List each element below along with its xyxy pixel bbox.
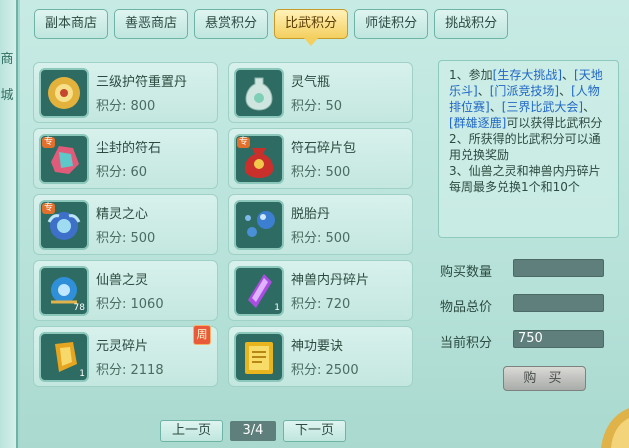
item-card[interactable]: 脱胎丹 积分: 500 xyxy=(228,194,413,255)
item-name: 神功要诀 xyxy=(291,339,344,354)
item-name: 精灵之心 xyxy=(96,207,149,222)
item-card[interactable]: 神功要诀 积分: 2500 xyxy=(228,326,413,387)
item-cost: 积分: 2118 xyxy=(96,363,164,378)
activity-link-three-realms-tournament[interactable]: [三界比武大会] xyxy=(502,100,583,114)
rules-line-1-prefix: 1、参加 xyxy=(449,68,493,82)
activity-link-heroes-contest[interactable]: [群雄逐鹿] xyxy=(449,116,506,130)
tab-dungeon-shop[interactable]: 副本商店 xyxy=(34,9,109,39)
stack-count: 1 xyxy=(274,303,280,313)
item-cost: 积分: 500 xyxy=(96,231,156,246)
tab-bar: 副本商店 善恶商店 悬赏积分 比武积分 师徒积分 挑战积分 xyxy=(34,9,509,46)
rules-line-3: 3、仙兽之灵和神兽内丹碎片每周最多兑换1个和10个 xyxy=(449,164,601,194)
item-name: 尘封的符石 xyxy=(96,141,162,156)
elf-heart-icon: 专 xyxy=(39,200,89,250)
divine-skill-book-icon xyxy=(234,332,284,382)
buy-button[interactable]: 购 买 xyxy=(503,366,586,391)
item-cost: 积分: 500 xyxy=(291,165,351,180)
item-cost: 积分: 1060 xyxy=(96,297,164,312)
total-price-row: 物品总价 xyxy=(440,294,620,315)
page-indicator: 3/4 xyxy=(230,421,276,441)
activity-link-survival-challenge[interactable]: [生存大挑战] xyxy=(493,68,562,82)
tab-karma-shop[interactable]: 善恶商店 xyxy=(114,9,189,39)
rebirth-pill-icon xyxy=(234,200,284,250)
exclusive-tag: 专 xyxy=(42,137,56,148)
activity-link-sect-arena[interactable]: [门派竞技场] xyxy=(490,84,559,98)
quantity-label: 购买数量 xyxy=(440,265,493,280)
item-card[interactable]: 专 尘封的符石 积分: 60 xyxy=(33,128,218,189)
amulet-reset-pill-icon xyxy=(39,68,89,118)
immortal-beast-spirit-icon: 78 xyxy=(39,266,89,316)
item-cost: 积分: 800 xyxy=(96,99,156,114)
tab-bounty-points[interactable]: 悬赏积分 xyxy=(194,9,269,39)
total-price-field xyxy=(513,294,604,312)
exclusive-tag: 专 xyxy=(237,137,251,148)
item-card[interactable]: 灵气瓶 积分: 50 xyxy=(228,62,413,123)
quantity-row: 购买数量 xyxy=(440,259,620,280)
item-cost: 积分: 50 xyxy=(291,99,343,114)
current-points-label: 当前积分 xyxy=(440,336,493,351)
weekly-limit-badge: 周 xyxy=(193,325,211,345)
side-panel-strip: 商 城 xyxy=(0,0,18,448)
rules-line-2: 2、所获得的比武积分可以通用兑换奖励 xyxy=(449,132,601,162)
item-grid: 三级护符重置丹 积分: 800 灵气瓶 积分: 50 专 尘封的符石 积分: 6… xyxy=(33,62,423,387)
stack-count: 78 xyxy=(73,303,85,313)
item-cost: 积分: 60 xyxy=(96,165,148,180)
item-name: 神兽内丹碎片 xyxy=(291,273,370,288)
rune-fragment-bag-icon: 专 xyxy=(234,134,284,184)
item-name: 三级护符重置丹 xyxy=(96,75,188,90)
current-points-field: 750 xyxy=(513,330,604,348)
item-card[interactable]: 三级护符重置丹 积分: 800 xyxy=(33,62,218,123)
item-cost: 积分: 720 xyxy=(291,297,351,312)
current-points-row: 当前积分 750 xyxy=(440,330,620,351)
yuanling-shard-icon: 1 xyxy=(39,332,89,382)
item-card[interactable]: 专 精灵之心 积分: 500 xyxy=(33,194,218,255)
item-name: 仙兽之灵 xyxy=(96,273,149,288)
tab-arena-points[interactable]: 比武积分 xyxy=(274,9,349,46)
item-cost: 积分: 500 xyxy=(291,231,351,246)
corner-decoration-icon xyxy=(601,408,629,448)
item-name: 脱胎丹 xyxy=(291,207,331,222)
stack-count: 1 xyxy=(79,369,85,379)
next-page-button[interactable]: 下一页 xyxy=(283,420,346,442)
sealed-rune-stone-icon: 专 xyxy=(39,134,89,184)
rules-info-box: 1、参加[生存大挑战]、[天地乐斗]、[门派竞技场]、[人物排位赛]、[三界比武… xyxy=(438,60,619,238)
total-price-label: 物品总价 xyxy=(440,300,493,315)
prev-page-button[interactable]: 上一页 xyxy=(160,420,223,442)
item-name: 灵气瓶 xyxy=(291,75,331,90)
item-card[interactable]: 1 元灵碎片 积分: 2118 周 xyxy=(33,325,218,387)
rules-line-1-suffix: 可以获得比武积分 xyxy=(506,116,603,130)
side-char-1: 商 xyxy=(0,52,14,67)
tab-mentor-points[interactable]: 师徒积分 xyxy=(354,9,429,39)
item-card[interactable]: 专 符石碎片包 积分: 500 xyxy=(228,128,413,189)
quantity-input[interactable] xyxy=(513,259,604,277)
item-cost: 积分: 2500 xyxy=(291,363,359,378)
item-card[interactable]: 1 神兽内丹碎片 积分: 720 xyxy=(228,260,413,321)
item-name: 符石碎片包 xyxy=(291,141,357,156)
spirit-vase-icon xyxy=(234,68,284,118)
divine-beast-core-shard-icon: 1 xyxy=(234,266,284,316)
item-card[interactable]: 78 仙兽之灵 积分: 1060 xyxy=(33,260,218,321)
shop-panel: 副本商店 善恶商店 悬赏积分 比武积分 师徒积分 挑战积分 三级护符重置丹 积分… xyxy=(20,0,629,448)
exclusive-tag: 专 xyxy=(42,203,56,214)
item-name: 元灵碎片 xyxy=(96,339,149,354)
side-char-2: 城 xyxy=(0,88,14,103)
tab-challenge-points[interactable]: 挑战积分 xyxy=(434,9,509,39)
